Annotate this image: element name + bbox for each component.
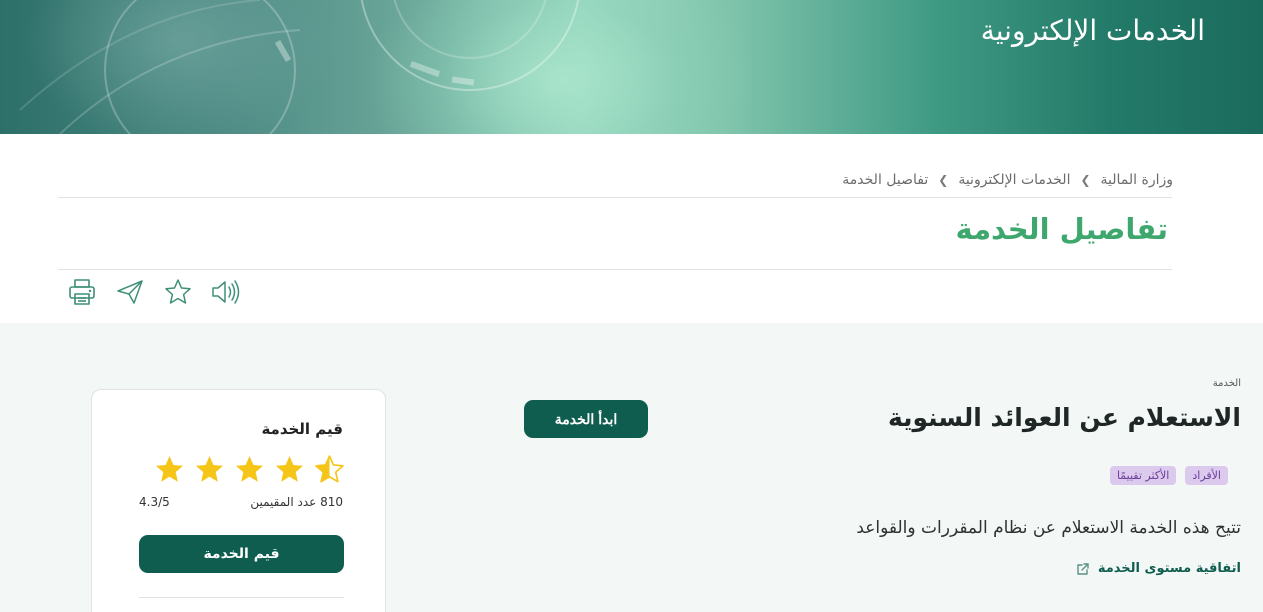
star-icon[interactable] <box>194 454 225 485</box>
service-label: الخدمة <box>1212 378 1241 389</box>
tag-individuals: الأفراد <box>1185 466 1228 485</box>
sla-link[interactable]: اتفاقية مستوى الخدمة <box>1076 561 1241 576</box>
divider <box>58 269 1172 270</box>
speaker-icon <box>212 280 240 304</box>
raters-count: 810 عدد المقيمين <box>250 495 343 509</box>
breadcrumb: وزارة المالية ❯ الخدمات الإلكترونية ❯ تف… <box>842 172 1173 188</box>
print-button[interactable] <box>66 276 98 308</box>
breadcrumb-home[interactable]: وزارة المالية <box>1101 172 1173 188</box>
page-tools <box>66 276 242 308</box>
star-icon[interactable] <box>234 454 265 485</box>
banner-title: الخدمات الإلكترونية <box>980 14 1205 47</box>
rating-title: قيم الخدمة <box>261 420 343 438</box>
page-title: تفاصيل الخدمة <box>955 212 1168 246</box>
send-icon <box>117 280 143 304</box>
chevron-left-icon: ❯ <box>1080 173 1091 187</box>
divider <box>58 197 1172 198</box>
chevron-left-icon: ❯ <box>938 173 949 187</box>
print-icon <box>69 279 95 305</box>
breadcrumb-eservices[interactable]: الخدمات الإلكترونية <box>958 172 1070 188</box>
star-icon[interactable] <box>154 454 185 485</box>
rating-stars <box>154 454 345 485</box>
listen-button[interactable] <box>210 276 242 308</box>
star-outline-icon <box>165 279 191 304</box>
star-icon[interactable] <box>274 454 305 485</box>
rate-service-button[interactable]: قيم الخدمة <box>139 535 344 573</box>
average-rating: 4.3/5 <box>139 495 170 509</box>
rating-card: قيم الخدمة 810 عدد المقيمين 4.3/5 قيم ال… <box>91 389 386 612</box>
start-service-button[interactable]: ابدأ الخدمة <box>524 400 648 438</box>
service-details-section: الخدمة الاستعلام عن العوائد السنوية ابدأ… <box>0 323 1263 612</box>
service-description: تتيح هذه الخدمة الاستعلام عن نظام المقرر… <box>856 518 1241 538</box>
external-link-icon <box>1077 562 1089 575</box>
breadcrumb-current: تفاصيل الخدمة <box>842 172 929 188</box>
sla-link-label: اتفاقية مستوى الخدمة <box>1097 561 1241 576</box>
share-button[interactable] <box>114 276 146 308</box>
star-half-icon[interactable] <box>314 454 345 485</box>
service-tags: الأفراد الأكثر تقييمًا <box>1109 466 1228 485</box>
tag-most-rated: الأكثر تقييمًا <box>1109 466 1177 485</box>
favorite-button[interactable] <box>162 276 194 308</box>
divider <box>139 597 344 598</box>
header-banner: الخدمات الإلكترونية <box>0 0 1263 134</box>
service-title: الاستعلام عن العوائد السنوية <box>887 403 1241 432</box>
